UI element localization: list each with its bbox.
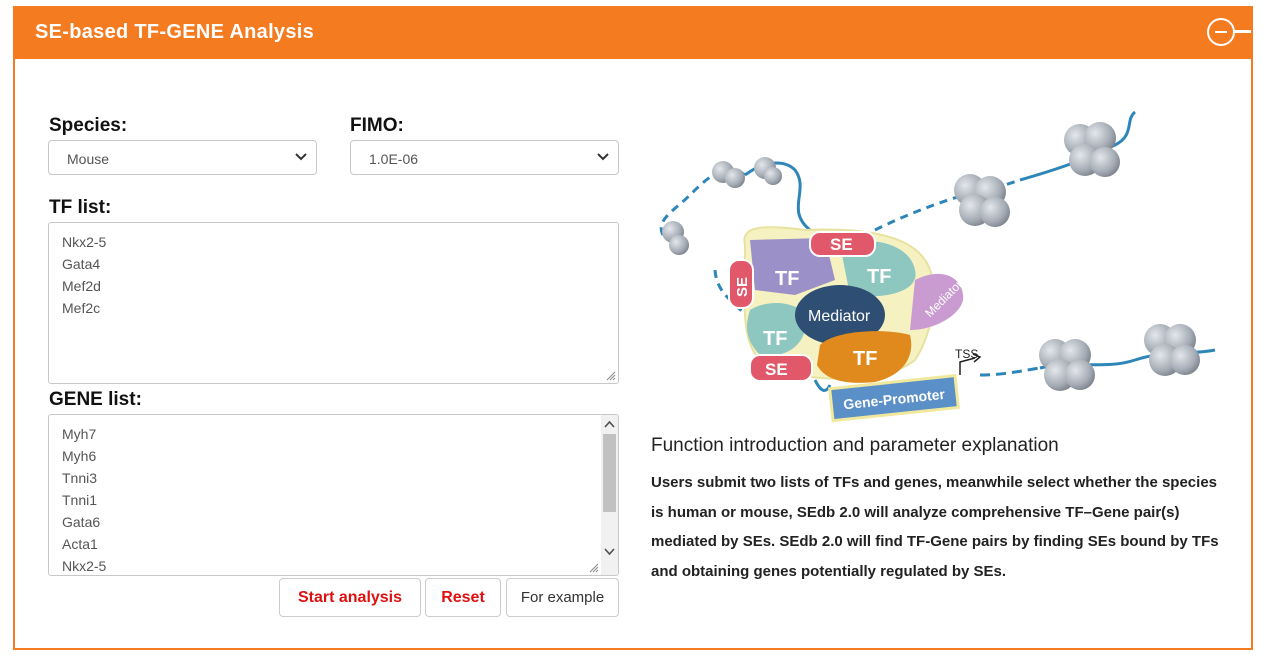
se-label: SE: [830, 235, 853, 254]
tf-label: TF: [763, 328, 787, 350]
collapse-icon[interactable]: [1207, 18, 1235, 46]
species-label: Species:: [49, 115, 128, 136]
mediator-label: Mediator: [808, 308, 871, 325]
scroll-thumb[interactable]: [603, 434, 616, 512]
start-analysis-button[interactable]: Start analysis: [279, 578, 421, 617]
se-label: SE: [734, 277, 751, 297]
fimo-select[interactable]: 1.0E-06: [350, 140, 619, 175]
fimo-select-value: 1.0E-06: [369, 151, 419, 167]
tf-list-label: TF list:: [49, 197, 112, 218]
tf-label: TF: [867, 266, 891, 288]
se-label: SE: [765, 360, 788, 379]
chevron-down-icon: [295, 153, 307, 161]
chevron-down-icon: [597, 153, 609, 161]
nucleosome-cluster: [662, 122, 1200, 391]
tf-list-textarea[interactable]: Nkx2-5 Gata4 Mef2d Mef2c: [48, 222, 619, 384]
gene-line: Tnni3: [62, 470, 98, 486]
function-description: Users submit two lists of TFs and genes,…: [651, 474, 1219, 580]
for-example-button[interactable]: For example: [506, 578, 619, 617]
gene-list-scrollbar[interactable]: [601, 415, 618, 575]
tf-line: Nkx2-5: [62, 234, 107, 250]
panel-title: SE-based TF-GENE Analysis: [35, 21, 315, 43]
collapse-icon-tail: [1233, 30, 1251, 33]
se-tf-gene-diagram: Mediator TF TF TF Mediator TF SE SE SE G…: [659, 110, 1216, 423]
resize-handle-icon[interactable]: [604, 369, 616, 381]
scroll-up-icon[interactable]: [604, 419, 615, 430]
gene-list-label: GENE list:: [49, 389, 142, 410]
gene-line: Nkx2-5: [62, 558, 107, 574]
scroll-down-icon[interactable]: [604, 546, 615, 557]
tss-label: TSS: [955, 347, 978, 361]
species-select[interactable]: Mouse: [48, 140, 317, 175]
gene-line: Gata6: [62, 514, 101, 530]
gene-line: Myh7: [62, 426, 97, 442]
tf-line: Mef2d: [62, 278, 101, 294]
gene-list-textarea[interactable]: Myh7 Myh6 Tnni3 Tnni1 Gata6 Acta1 Nkx2-5: [48, 414, 619, 576]
reset-button[interactable]: Reset: [425, 578, 501, 617]
gene-line: Myh6: [62, 448, 97, 464]
function-title: Function introduction and parameter expl…: [651, 435, 1059, 456]
tf-label: TF: [775, 268, 799, 290]
gene-line: Tnni1: [62, 492, 98, 508]
tf-line: Mef2c: [62, 300, 101, 316]
resize-handle-icon[interactable]: [587, 561, 599, 573]
gene-line: Acta1: [62, 536, 98, 552]
fimo-label: FIMO:: [350, 115, 404, 136]
panel-header: SE-based TF-GENE Analysis: [15, 6, 1251, 59]
tf-line: Gata4: [62, 256, 101, 272]
tf-label: TF: [853, 348, 877, 370]
species-select-value: Mouse: [67, 151, 110, 167]
